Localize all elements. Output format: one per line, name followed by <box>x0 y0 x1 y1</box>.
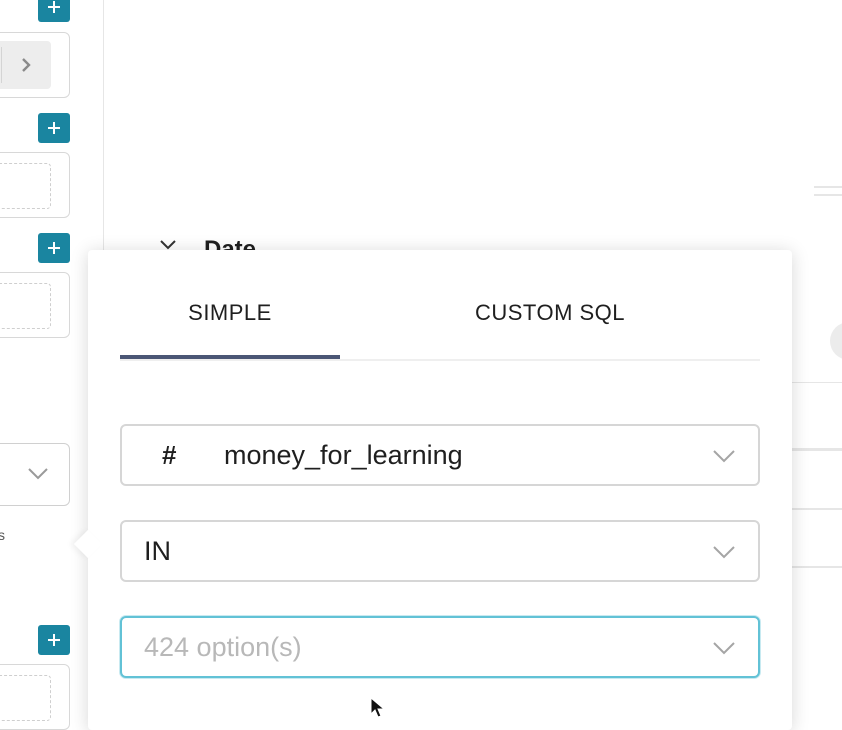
divider <box>814 194 842 196</box>
chevron-down-icon <box>713 450 735 463</box>
toggle-pill[interactable] <box>830 322 842 360</box>
filter-popover: SIMPLE CUSTOM SQL # money_for_learning I… <box>73 250 792 730</box>
expand-button[interactable] <box>0 41 51 89</box>
chevron-down-icon <box>713 546 735 559</box>
add-item-button[interactable] <box>38 233 70 263</box>
drop-placeholder <box>0 675 51 721</box>
side-label-fragment: s <box>0 527 5 543</box>
add-item-button[interactable] <box>38 625 70 655</box>
operator-value: IN <box>144 535 171 566</box>
chevron-right-icon <box>22 58 31 72</box>
numeric-type-icon: # <box>162 439 177 470</box>
divider <box>790 448 842 451</box>
column-name: money_for_learning <box>224 439 463 470</box>
tab-simple[interactable]: SIMPLE <box>120 286 340 359</box>
tab-custom-sql[interactable]: CUSTOM SQL <box>450 286 650 357</box>
add-item-button[interactable] <box>38 0 70 22</box>
chevron-down-icon <box>28 468 48 480</box>
drop-zone[interactable] <box>0 152 70 218</box>
drop-zone[interactable] <box>0 664 70 730</box>
divider <box>790 382 842 383</box>
chevron-down-icon <box>713 642 735 655</box>
divider <box>790 566 842 568</box>
operator-select[interactable]: IN <box>120 520 760 582</box>
plus-icon <box>48 242 60 254</box>
mouse-cursor-icon <box>370 697 386 718</box>
drop-zone[interactable] <box>0 32 70 98</box>
add-item-button[interactable] <box>38 113 70 143</box>
values-select[interactable]: 424 option(s) <box>120 616 760 678</box>
divider <box>814 186 842 188</box>
drop-placeholder <box>0 283 51 329</box>
drop-placeholder <box>0 163 51 209</box>
divider <box>790 508 842 510</box>
column-select[interactable]: # money_for_learning <box>120 424 760 486</box>
drop-zone[interactable] <box>0 272 70 338</box>
filter-mode-tabs: SIMPLE CUSTOM SQL <box>120 286 760 361</box>
values-placeholder: 424 option(s) <box>144 631 302 662</box>
plus-icon <box>48 122 60 134</box>
select-dropdown[interactable] <box>0 443 70 506</box>
plus-icon <box>48 1 60 13</box>
plus-icon <box>48 634 60 646</box>
